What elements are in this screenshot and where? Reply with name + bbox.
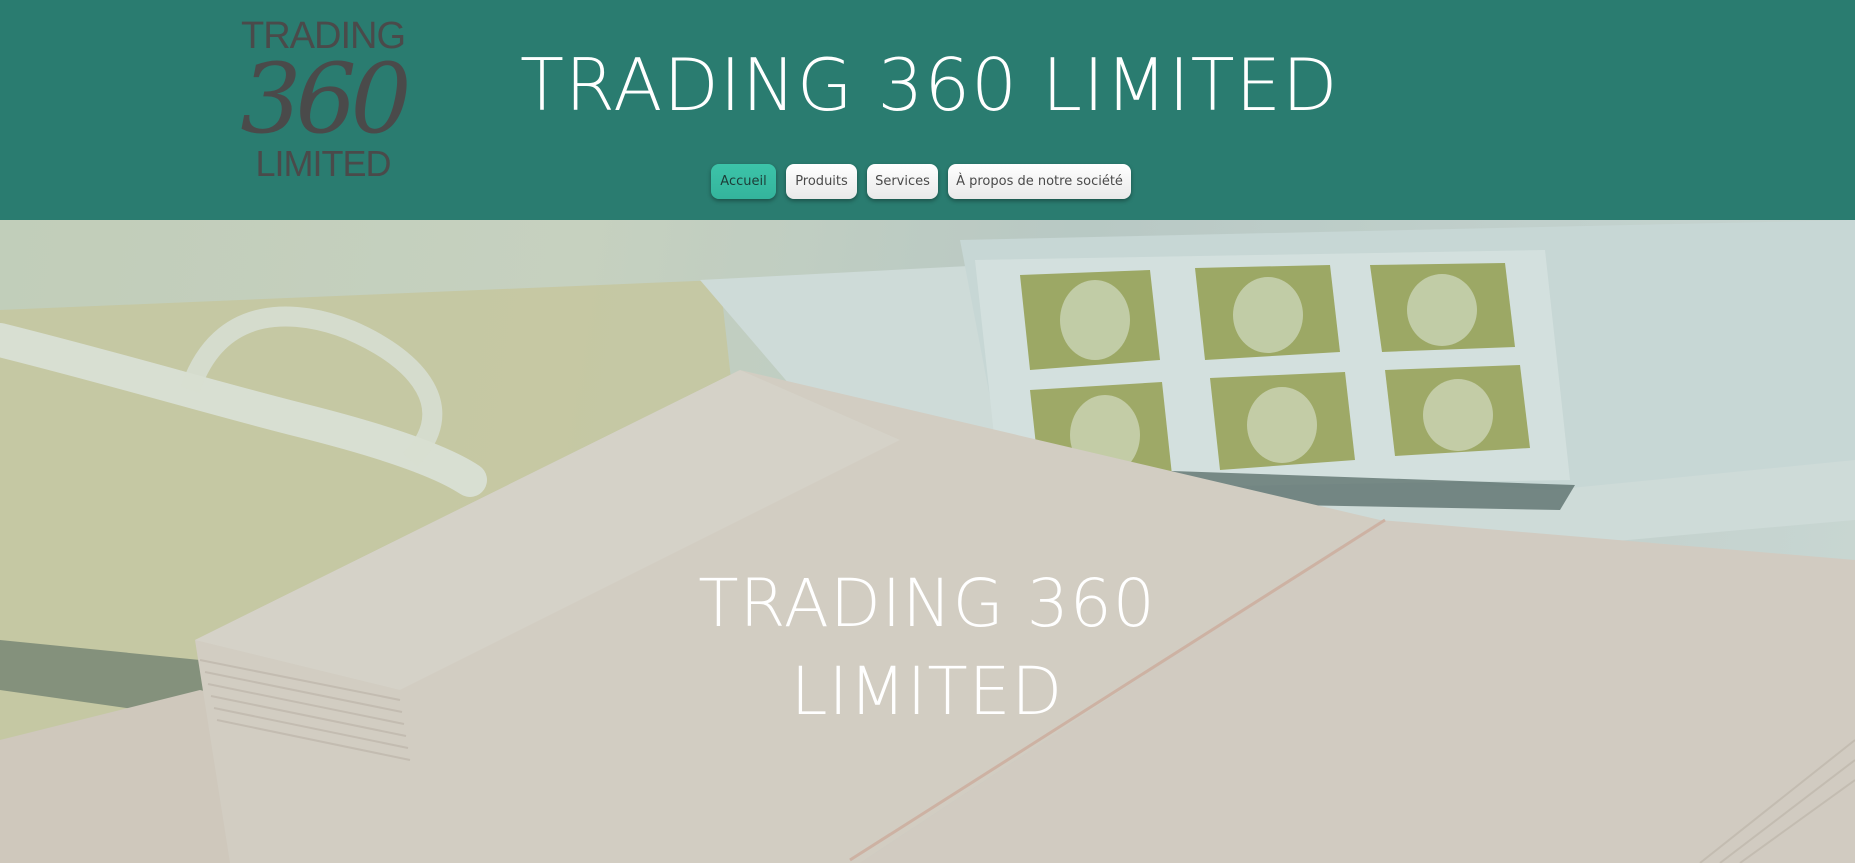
site-header: TRADING 360 LIMITED TRADING 360 LIMITED … — [0, 0, 1855, 220]
hero-title: TRADING 360 LIMITED — [527, 560, 1327, 736]
hero-title-line2: LIMITED — [790, 653, 1064, 730]
hero-background-image — [0, 220, 1855, 863]
hero-banner: TRADING 360 LIMITED — [0, 220, 1855, 863]
logo-line-360: 360 — [240, 43, 411, 155]
site-title: TRADING 360 LIMITED — [520, 43, 1339, 127]
nav-item-a-propos[interactable]: À propos de notre société — [948, 164, 1131, 199]
nav-item-produits[interactable]: Produits — [786, 164, 857, 199]
company-logo[interactable]: TRADING 360 LIMITED — [228, 14, 418, 184]
nav-item-services[interactable]: Services — [867, 164, 938, 199]
nav-item-accueil[interactable]: Accueil — [711, 164, 776, 199]
main-nav: Accueil Produits Services À propos de no… — [0, 164, 1855, 200]
hero-title-line1: TRADING 360 — [698, 565, 1156, 642]
